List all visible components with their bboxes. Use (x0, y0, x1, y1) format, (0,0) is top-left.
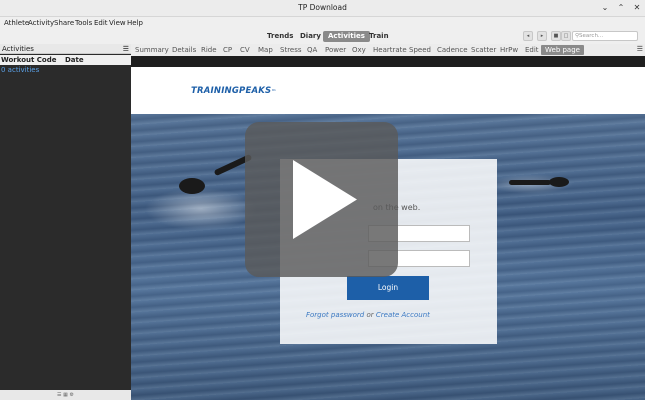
play-icon (293, 160, 357, 239)
logo-text: TRAININGPEAKS (191, 86, 272, 96)
view-tab-train[interactable]: Train (364, 31, 394, 42)
window-title: TP Download (298, 3, 347, 12)
settings-icon[interactable]: ⚙ (69, 392, 73, 398)
menu-bar: Athlete Activity Share Tools Edit View H… (0, 17, 645, 29)
menu-athlete[interactable]: Athlete (4, 19, 29, 27)
close-icon[interactable]: ✕ (632, 3, 642, 13)
minimize-icon[interactable]: ⌄ (600, 3, 610, 13)
tab-power[interactable]: Power (325, 45, 346, 55)
chart-tabs-menu-icon[interactable]: ☰ (637, 45, 643, 53)
menu-edit[interactable]: Edit (94, 19, 108, 27)
view-tab-diary[interactable]: Diary (295, 31, 326, 42)
tab-ride[interactable]: Ride (201, 45, 217, 55)
forgot-password-link[interactable]: Forgot password (306, 311, 364, 319)
tab-cv[interactable]: CV (240, 45, 250, 55)
or-text: or (364, 311, 376, 319)
swimmer-left (179, 178, 205, 194)
column-date[interactable]: Date (65, 55, 131, 65)
layout-icon[interactable]: □ (561, 31, 571, 41)
tab-hrpw[interactable]: HrPw (500, 45, 518, 55)
tab-stress[interactable]: Stress (280, 45, 302, 55)
sidebar-menu-icon[interactable]: ☰ (123, 44, 129, 54)
tab-heartrate[interactable]: Heartrate (373, 45, 407, 55)
forward-icon[interactable]: ▸ (537, 31, 547, 41)
tab-edit[interactable]: Edit (525, 45, 539, 55)
sidebar-toggle-icon[interactable]: ■ (551, 31, 561, 41)
create-account-link[interactable]: Create Account (376, 311, 430, 319)
title-bar: TP Download ⌄ ⌃ ✕ (0, 0, 645, 17)
activities-sidebar: Activities ☰ Workout Code Date 0 activit… (0, 44, 131, 400)
play-button[interactable] (245, 122, 398, 277)
menu-tools[interactable]: Tools (75, 19, 92, 27)
trainingpeaks-logo[interactable]: TRAININGPEAKS™ (191, 86, 277, 96)
view-tab-trends[interactable]: Trends (262, 31, 298, 42)
swimmer-right-arm (509, 180, 551, 185)
chart-tabs: Summary Details Ride CP CV Map Stress QA… (131, 44, 645, 56)
tab-oxy[interactable]: Oxy (352, 45, 366, 55)
sidebar-title: Activities (2, 45, 34, 53)
menu-share[interactable]: Share (54, 19, 74, 27)
tab-cp[interactable]: CP (223, 45, 232, 55)
search-placeholder: Search... (579, 33, 604, 39)
menu-activity[interactable]: Activity (28, 19, 54, 27)
webpage-header: TRAININGPEAKS™ (131, 67, 645, 114)
column-workout-code[interactable]: Workout Code (0, 55, 65, 65)
tab-summary[interactable]: Summary (135, 45, 169, 55)
tab-cadence[interactable]: Cadence (437, 45, 468, 55)
toolbar: Trends Diary Activities Train ◂ ▸ ■ □ ⚲S… (0, 29, 645, 44)
sidebar-footer: ☰ ▦ ⚙ (0, 390, 131, 400)
logo-tm: ™ (271, 89, 277, 95)
tab-web-page[interactable]: Web page (541, 45, 584, 55)
activity-count: 0 activities (1, 66, 40, 74)
tab-scatter[interactable]: Scatter (471, 45, 496, 55)
tab-speed[interactable]: Speed (409, 45, 431, 55)
chart-subbar (131, 56, 645, 67)
tab-map[interactable]: Map (258, 45, 273, 55)
menu-help[interactable]: Help (127, 19, 143, 27)
folder-icon[interactable]: ▦ (63, 392, 68, 398)
tab-qa[interactable]: QA (307, 45, 317, 55)
view-tab-activities[interactable]: Activities (323, 31, 370, 42)
search-input[interactable]: ⚲Search... (572, 31, 638, 41)
swimmer-right (549, 177, 569, 187)
sidebar-header: Activities ☰ (0, 44, 131, 54)
login-links: Forgot password or Create Account (306, 311, 430, 319)
menu-view[interactable]: View (109, 19, 126, 27)
maximize-icon[interactable]: ⌃ (616, 3, 626, 13)
list-icon[interactable]: ☰ (57, 392, 61, 398)
login-button[interactable]: Login (347, 276, 429, 300)
tab-details[interactable]: Details (172, 45, 196, 55)
back-icon[interactable]: ◂ (523, 31, 533, 41)
